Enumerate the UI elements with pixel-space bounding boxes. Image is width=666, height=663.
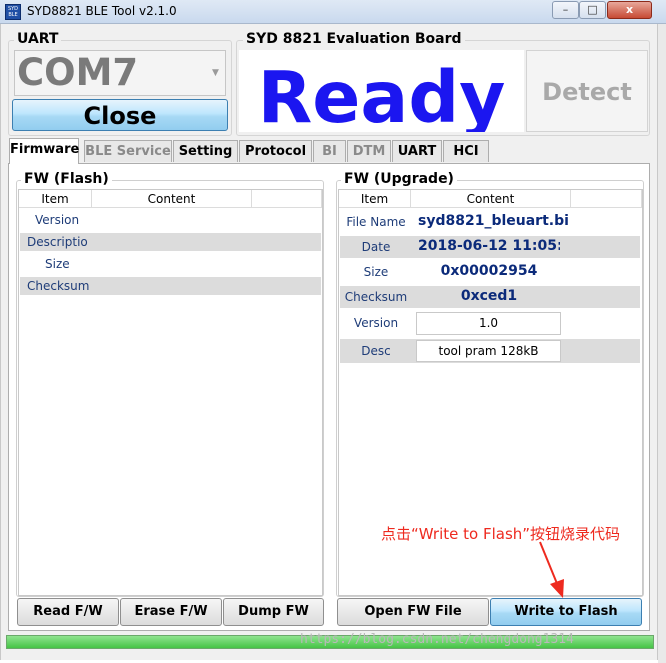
read-fw-button[interactable]: Read F/W	[17, 598, 119, 626]
erase-fw-button[interactable]: Erase F/W	[120, 598, 222, 626]
maximize-button[interactable]: □	[579, 1, 606, 19]
upgrade-group-title: FW (Upgrade)	[341, 171, 457, 187]
close-port-button[interactable]: Close	[12, 99, 228, 131]
dropdown-arrow-icon[interactable]: ▼	[212, 68, 219, 78]
tab-hci[interactable]: HCI	[443, 140, 489, 162]
write-to-flash-button[interactable]: Write to Flash	[490, 598, 642, 626]
tab-setting[interactable]: Setting	[173, 140, 238, 162]
column-header-filler	[571, 190, 642, 208]
tab-ble-service[interactable]: BLE Service	[84, 140, 172, 162]
watermark: https://blog.csdn.net/chengdong1314	[300, 632, 574, 647]
flash-row-description[interactable]: Descriptio	[20, 233, 321, 251]
flash-row-checksum[interactable]: Checksum	[20, 277, 321, 295]
status-display: Ready	[239, 50, 524, 132]
board-group-title: SYD 8821 Evaluation Board	[243, 31, 465, 47]
tab-protocol[interactable]: Protocol	[239, 140, 312, 162]
upgrade-value-size[interactable]: 0x00002954	[418, 263, 560, 279]
tab-uart[interactable]: UART	[392, 140, 442, 162]
window-edge	[658, 24, 666, 663]
tab-bi[interactable]: BI	[313, 140, 346, 162]
column-header-item[interactable]: Item	[339, 190, 411, 208]
close-window-button[interactable]: x	[607, 1, 652, 19]
upgrade-item-size: Size	[363, 265, 389, 279]
flash-row-size[interactable]: Size	[45, 255, 195, 273]
flash-group-title: FW (Flash)	[21, 171, 112, 187]
dump-fw-button[interactable]: Dump FW	[223, 598, 324, 626]
uart-group-title: UART	[14, 31, 62, 47]
upgrade-item-date: Date	[361, 240, 391, 254]
upgrade-item-checksum: Checksum	[344, 290, 408, 304]
tab-dtm[interactable]: DTM	[347, 140, 391, 162]
detect-button[interactable]: Detect	[526, 50, 648, 132]
upgrade-version-field[interactable]: 1.0	[416, 312, 561, 335]
tab-firmware[interactable]: Firmware	[9, 138, 79, 164]
column-header-content[interactable]: Content	[411, 190, 571, 208]
column-header-filler	[252, 190, 322, 208]
window-title: SYD8821 BLE Tool v2.1.0	[27, 4, 177, 18]
column-header-content[interactable]: Content	[92, 190, 252, 208]
upgrade-item-version: Version	[353, 316, 399, 330]
com-port-select[interactable]: COM7	[14, 50, 226, 96]
annotation-text: 点击“Write to Flash”按钮烧录代码	[381, 525, 621, 543]
upgrade-value-checksum[interactable]: 0xced1	[418, 288, 560, 304]
column-header-item[interactable]: Item	[19, 190, 92, 208]
upgrade-value-file-name[interactable]: syd8821_bleuart.bin	[418, 213, 568, 229]
minimize-button[interactable]: –	[552, 1, 579, 19]
flash-row-version[interactable]: Version	[35, 211, 185, 229]
annotation-arrow-icon	[539, 541, 564, 598]
app-icon: SYD BLE	[5, 4, 21, 20]
open-fw-file-button[interactable]: Open FW File	[337, 598, 489, 626]
upgrade-item-desc: Desc	[361, 344, 391, 358]
upgrade-item-file-name: File Name	[346, 215, 406, 229]
upgrade-value-date[interactable]: 2018-06-12 11:05:35	[418, 238, 560, 254]
upgrade-desc-field[interactable]: tool pram 128kB	[416, 340, 561, 362]
